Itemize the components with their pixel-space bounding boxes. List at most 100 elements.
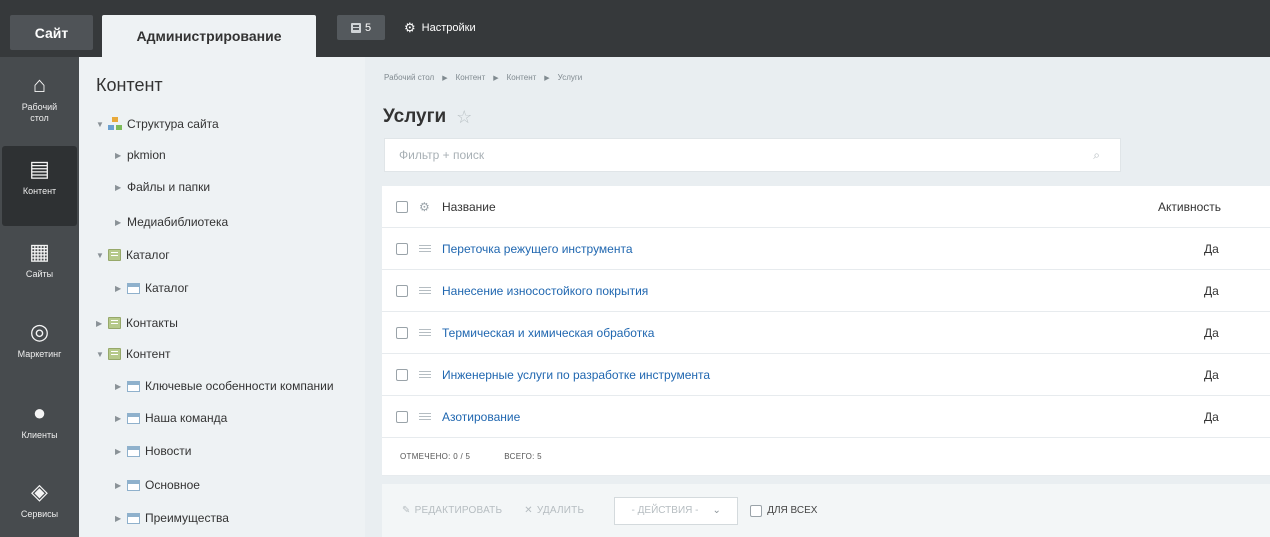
table-row[interactable]: Термическая и химическая обработка Да bbox=[382, 312, 1270, 354]
tab-site[interactable]: Сайт bbox=[10, 15, 93, 50]
breadcrumb: Рабочий стол ▶ Контент ▶ Контент ▶ Услуги bbox=[384, 73, 582, 82]
delete-button[interactable]: ✕ УДАЛИТЬ bbox=[524, 505, 584, 516]
expand-arrow-icon[interactable]: ▼ bbox=[96, 120, 108, 129]
drag-handle-icon[interactable] bbox=[419, 328, 431, 337]
menu-item-content[interactable]: ▤ Контент bbox=[2, 146, 77, 226]
actions-select[interactable]: - ДЕЙСТВИЯ - ⌄ bbox=[614, 496, 739, 525]
top-bar: Сайт Администрирование 5 ⚙ Настройки bbox=[0, 0, 1270, 57]
drag-handle-icon[interactable] bbox=[419, 370, 431, 379]
expand-arrow-icon[interactable]: ▶ bbox=[96, 319, 108, 328]
menu-item-label: Контент bbox=[22, 186, 57, 196]
tree-item-label: Преимущества bbox=[145, 511, 229, 525]
tree-item-advantages[interactable]: ▶ Преимущества bbox=[115, 508, 229, 528]
iblock-icon bbox=[127, 282, 140, 294]
menu-item-label: Рабочий bbox=[21, 102, 58, 112]
iblock-icon bbox=[127, 512, 140, 524]
row-name-link[interactable]: Азотирование bbox=[442, 410, 520, 424]
document-icon: ▤ bbox=[29, 156, 50, 181]
tree-item-team[interactable]: ▶ Наша команда bbox=[115, 408, 227, 428]
clients-icon: ● bbox=[32, 400, 47, 425]
tree-item-label: Контент bbox=[126, 347, 171, 361]
tab-administration[interactable]: Администрирование bbox=[102, 15, 316, 57]
select-all-checkbox[interactable] bbox=[396, 200, 408, 213]
tree-item-content-type[interactable]: ▼ Контент bbox=[96, 344, 170, 364]
for-all-toggle[interactable]: ДЛЯ ВСЕХ bbox=[750, 504, 817, 517]
expand-arrow-icon[interactable]: ▶ bbox=[115, 481, 127, 490]
menu-item-label: Сервисы bbox=[20, 509, 59, 519]
table-row[interactable]: Азотирование Да bbox=[382, 396, 1270, 438]
menu-item-label: Маркетинг bbox=[17, 349, 62, 359]
selected-count: ОТМЕЧЕНО: 0 / 5 bbox=[400, 452, 471, 461]
menu-item-label: Сайты bbox=[25, 269, 54, 279]
close-icon: ✕ bbox=[524, 505, 533, 516]
tree-item-pkmion[interactable]: ▶ pkmion bbox=[115, 145, 166, 165]
expand-arrow-icon[interactable]: ▶ bbox=[115, 218, 127, 227]
drag-handle-icon[interactable] bbox=[419, 286, 431, 295]
filter-search-input[interactable]: Фильтр + поиск ⌕ bbox=[384, 138, 1121, 172]
expand-arrow-icon[interactable]: ▶ bbox=[115, 514, 127, 523]
expand-arrow-icon[interactable]: ▶ bbox=[115, 284, 127, 293]
row-checkbox[interactable] bbox=[396, 326, 408, 339]
tree-item-key-features[interactable]: ▶ Ключевые особенности компании bbox=[115, 376, 334, 396]
search-icon[interactable]: ⌕ bbox=[1093, 148, 1100, 163]
table-row[interactable]: Переточка режущего инструмента Да bbox=[382, 228, 1270, 270]
drag-handle-icon[interactable] bbox=[419, 412, 431, 421]
gear-icon[interactable]: ⚙ bbox=[419, 200, 431, 214]
expand-arrow-icon[interactable]: ▼ bbox=[96, 251, 108, 260]
tree-item-files[interactable]: ▶ Файлы и папки bbox=[115, 177, 210, 197]
column-header-active[interactable]: Активность bbox=[1158, 200, 1221, 214]
tree-item-catalog[interactable]: ▶ Каталог bbox=[115, 278, 189, 298]
table-row[interactable]: Инженерные услуги по разработке инструме… bbox=[382, 354, 1270, 396]
row-active-value: Да bbox=[1204, 409, 1219, 424]
iblock-icon bbox=[127, 479, 140, 491]
breadcrumb-item-content[interactable]: Контент bbox=[456, 73, 486, 82]
star-icon[interactable]: ☆ bbox=[456, 107, 472, 128]
expand-arrow-icon[interactable]: ▶ bbox=[115, 447, 127, 456]
gear-icon: ⚙ bbox=[404, 20, 416, 35]
row-name-link[interactable]: Термическая и химическая обработка bbox=[442, 326, 654, 340]
left-menu: ⌂ Рабочий стол ▤ Контент ▦ Сайты ◎ Марке… bbox=[0, 57, 79, 537]
tree-item-catalog-type[interactable]: ▼ Каталог bbox=[96, 245, 170, 265]
tree-item-label: Каталог bbox=[145, 281, 189, 295]
menu-item-marketing[interactable]: ◎ Маркетинг bbox=[2, 309, 77, 389]
elements-grid: ⚙ Название Активность Переточка режущего… bbox=[382, 186, 1270, 476]
for-all-checkbox[interactable] bbox=[750, 504, 763, 517]
expand-arrow-icon[interactable]: ▶ bbox=[115, 414, 127, 423]
edit-button[interactable]: ✎ РЕДАКТИРОВАТЬ bbox=[402, 505, 502, 516]
tree-item-contacts[interactable]: ▶ Контакты bbox=[96, 313, 178, 333]
breadcrumb-item-content-2[interactable]: Контент bbox=[507, 73, 537, 82]
row-checkbox[interactable] bbox=[396, 242, 408, 255]
iblock-icon bbox=[127, 445, 140, 457]
menu-item-sites[interactable]: ▦ Сайты bbox=[2, 229, 77, 309]
breadcrumb-item-services[interactable]: Услуги bbox=[558, 73, 583, 82]
menu-item-services[interactable]: ◈ Сервисы bbox=[2, 469, 77, 537]
tree-item-main[interactable]: ▶ Основное bbox=[115, 475, 200, 495]
breadcrumb-item-desktop[interactable]: Рабочий стол bbox=[384, 73, 434, 82]
expand-arrow-icon[interactable]: ▶ bbox=[115, 183, 127, 192]
row-name-link[interactable]: Нанесение износостойкого покрытия bbox=[442, 284, 648, 298]
row-checkbox[interactable] bbox=[396, 410, 408, 423]
notifications-button[interactable]: 5 bbox=[337, 15, 385, 40]
tree-item-label: Каталог bbox=[126, 248, 170, 262]
menu-item-clients[interactable]: ● Клиенты bbox=[2, 390, 77, 470]
expand-arrow-icon[interactable]: ▼ bbox=[96, 350, 108, 359]
row-name-link[interactable]: Инженерные услуги по разработке инструме… bbox=[442, 368, 710, 382]
breadcrumb-separator-icon: ▶ bbox=[493, 75, 499, 82]
expand-arrow-icon[interactable]: ▶ bbox=[115, 151, 127, 160]
tree-item-site-structure[interactable]: ▼ Структура сайта bbox=[96, 114, 219, 134]
table-row[interactable]: Нанесение износостойкого покрытия Да bbox=[382, 270, 1270, 312]
drag-handle-icon[interactable] bbox=[419, 244, 431, 253]
menu-item-label: стол bbox=[30, 113, 49, 123]
menu-item-desktop[interactable]: ⌂ Рабочий стол bbox=[2, 62, 77, 142]
row-checkbox[interactable] bbox=[396, 284, 408, 297]
tree-item-medialibrary[interactable]: ▶ Медиабиблиотека bbox=[115, 212, 228, 232]
expand-arrow-icon[interactable]: ▶ bbox=[115, 382, 127, 391]
settings-button[interactable]: ⚙ Настройки bbox=[404, 20, 476, 36]
row-name-link[interactable]: Переточка режущего инструмента bbox=[442, 242, 633, 256]
total-count: ВСЕГО: 5 bbox=[504, 452, 542, 461]
chevron-down-icon: ⌄ bbox=[712, 505, 721, 516]
row-checkbox[interactable] bbox=[396, 368, 408, 381]
content-tree-panel: Контент ▼ Структура сайта ▶ pkmion ▶ Фай… bbox=[79, 57, 365, 537]
tree-item-news[interactable]: ▶ Новости bbox=[115, 441, 191, 461]
column-header-name[interactable]: Название bbox=[442, 200, 496, 214]
